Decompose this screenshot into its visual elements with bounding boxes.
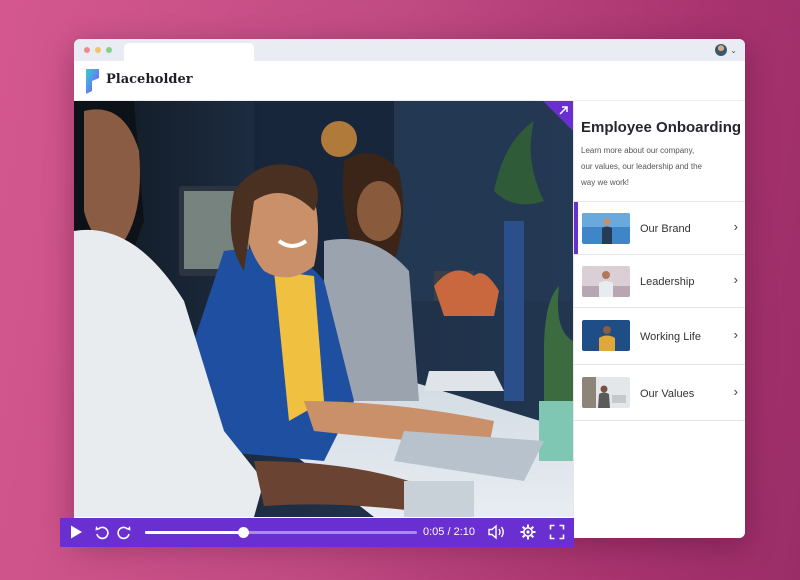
playlist-item-our-brand[interactable]: Our Brand › — [574, 201, 745, 254]
thumbnail-our-brand — [582, 213, 630, 244]
play-icon[interactable] — [68, 524, 84, 540]
video-player[interactable] — [74, 101, 573, 517]
playlist-item-leadership[interactable]: Leadership › — [574, 254, 745, 307]
playlist-item-label: Our Values — [640, 388, 695, 400]
playlist-item-label: Our Brand — [640, 223, 691, 235]
description-line: Learn more about our company, — [581, 146, 695, 155]
thumbnail-our-values — [582, 377, 630, 408]
rewind-icon[interactable] — [94, 524, 110, 540]
playlist-item-label: Working Life — [640, 331, 701, 343]
avatar[interactable] — [715, 44, 728, 56]
browser-tab[interactable] — [124, 43, 254, 61]
thumbnail-working-life — [582, 320, 630, 351]
chevron-right-icon: › — [733, 272, 738, 287]
description-line: our values, our leadership and the — [581, 162, 702, 171]
chevron-right-icon: › — [733, 384, 738, 399]
chevron-right-icon: › — [733, 219, 738, 234]
logo-icon — [86, 69, 99, 94]
video-controls-bar: 0:05 / 2:10 — [60, 518, 574, 547]
playlist: Our Brand › Leadership › Working Life › … — [574, 201, 745, 421]
gear-icon[interactable] — [520, 524, 536, 540]
thumbnail-leadership — [582, 266, 630, 297]
maximize-window-dot[interactable] — [106, 47, 112, 53]
app-header: Placeholder — [74, 61, 745, 101]
seek-bar[interactable] — [145, 527, 417, 538]
chevron-right-icon: › — [733, 327, 738, 342]
seek-bar-progress — [145, 531, 243, 534]
app-window: ⌄ Placeholder Employee Onboarding Learn … — [74, 39, 745, 538]
time-display: 0:05 / 2:10 — [423, 526, 475, 538]
fullscreen-icon[interactable] — [549, 524, 565, 540]
volume-icon[interactable] — [487, 524, 507, 540]
forward-icon[interactable] — [116, 524, 132, 540]
description-line: way we work! — [581, 178, 630, 187]
chevron-down-icon: ⌄ — [730, 45, 737, 55]
playlist-item-our-values[interactable]: Our Values › — [574, 364, 745, 421]
playlist-item-label: Leadership — [640, 276, 695, 288]
expand-arrow-icon[interactable] — [543, 101, 573, 131]
video-frame-office-scene — [74, 101, 573, 517]
minimize-window-dot[interactable] — [95, 47, 101, 53]
browser-titlebar: ⌄ — [74, 39, 745, 61]
brand-name: Placeholder — [106, 72, 193, 87]
playlist-description: Learn more about our company, our values… — [581, 143, 741, 191]
close-window-dot[interactable] — [84, 47, 90, 53]
account-menu[interactable]: ⌄ — [715, 44, 737, 56]
playlist-sidebar: Employee Onboarding Learn more about our… — [573, 101, 745, 538]
playlist-title: Employee Onboarding — [581, 119, 742, 136]
seek-handle[interactable] — [237, 527, 249, 538]
playlist-item-working-life[interactable]: Working Life › — [574, 307, 745, 364]
